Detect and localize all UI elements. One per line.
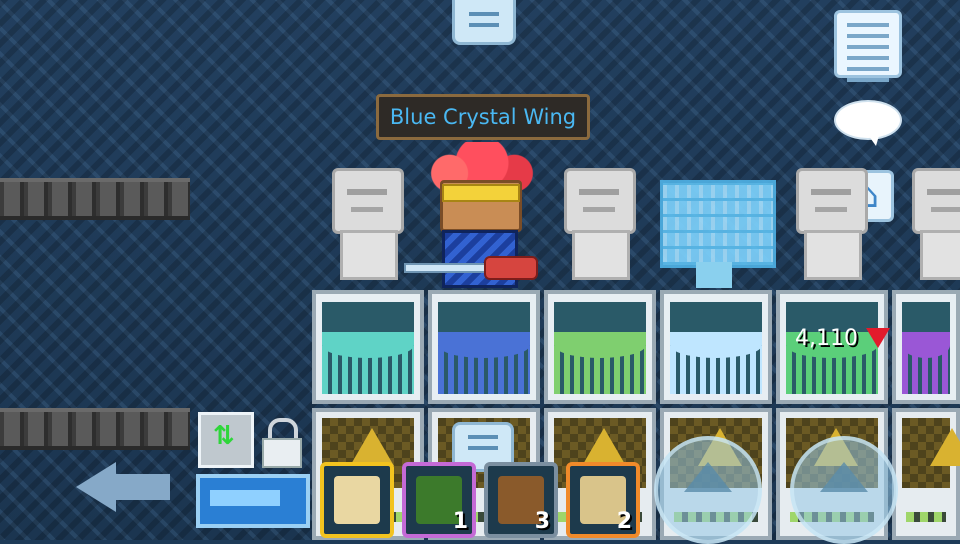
hotbar-slot-small-lock[interactable]: 2 xyxy=(566,462,640,538)
hologram-sign[interactable] xyxy=(660,180,776,268)
item-nameplate: Blue Crystal Wing xyxy=(376,94,590,140)
fist-icon xyxy=(334,476,380,524)
list-icon[interactable] xyxy=(834,10,902,82)
gem-icon xyxy=(866,328,890,348)
steel-girder-lower xyxy=(0,408,190,450)
sign-post xyxy=(696,262,732,288)
jump-button[interactable] xyxy=(654,436,762,544)
statue xyxy=(326,168,406,286)
lock-icon[interactable] xyxy=(262,418,302,468)
vending-price: 4,110 xyxy=(795,326,858,351)
statue xyxy=(906,168,960,286)
vending-machine[interactable] xyxy=(892,290,960,404)
chat-bubble-icon[interactable] xyxy=(834,100,902,146)
hotbar-slot-book[interactable]: 1 xyxy=(402,462,476,538)
hotbar-slot-fist[interactable] xyxy=(320,462,394,538)
vending-machine[interactable] xyxy=(544,290,656,404)
hazard-block xyxy=(892,408,960,540)
punch-button[interactable] xyxy=(790,436,898,544)
menu-icon[interactable] xyxy=(452,0,516,45)
statue xyxy=(558,168,638,286)
vending-machine[interactable] xyxy=(660,290,772,404)
steel-girder-upper xyxy=(0,178,190,220)
statue xyxy=(790,168,870,286)
vending-machine[interactable] xyxy=(312,290,424,404)
chat-input-button[interactable] xyxy=(196,474,310,528)
hotbar-slot-door[interactable]: 3 xyxy=(484,462,558,538)
vending-machine[interactable] xyxy=(428,290,540,404)
sword-icon xyxy=(404,256,538,280)
left-arrow-icon[interactable] xyxy=(76,462,172,512)
swap-arrows-icon[interactable]: ⇅ xyxy=(198,412,254,468)
